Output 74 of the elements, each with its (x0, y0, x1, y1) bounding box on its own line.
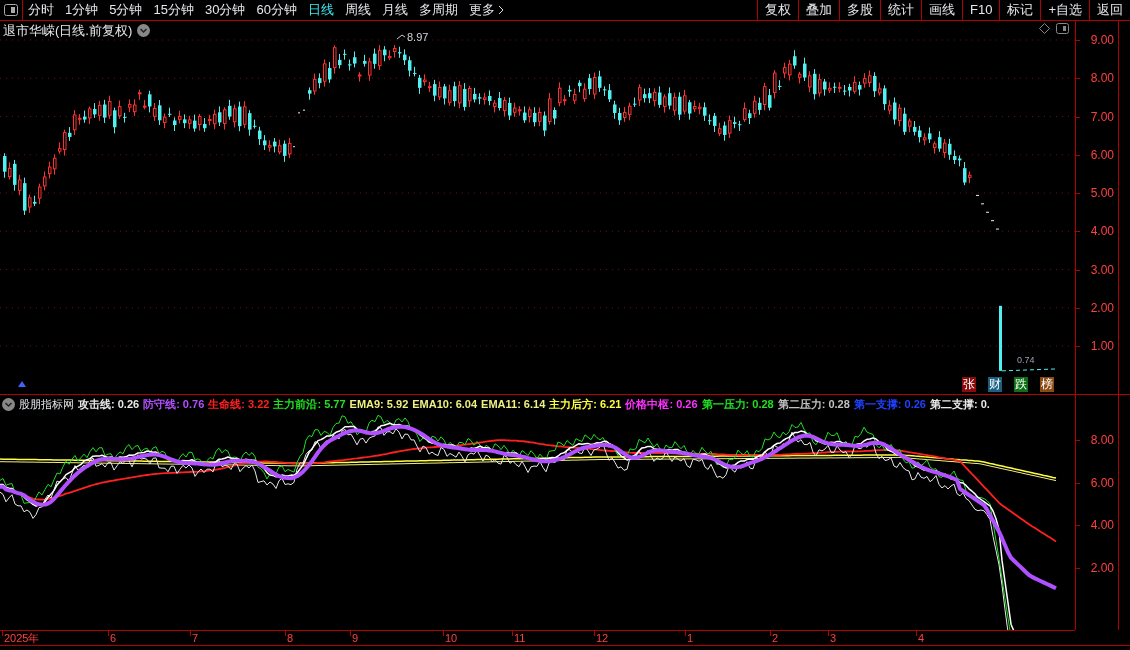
axis-label: 2.00 (1090, 300, 1114, 315)
toolbar-button[interactable]: 多股 (839, 0, 880, 20)
axis-label: 6.00 (1090, 475, 1114, 490)
legend-item: EMA9: 5.92 (349, 397, 409, 412)
chart-title: 退市华嵘(日线.前复权) (3, 22, 133, 40)
legend-item: 主力前沿: 5.77 (273, 397, 346, 412)
axis-label: 10 (445, 631, 458, 645)
axis-label: 4.00 (1090, 224, 1114, 239)
panel-toggle-icon[interactable] (4, 4, 18, 16)
legend-item: 生命线: 3.22 (208, 397, 270, 412)
period-tab[interactable]: 周线 (344, 0, 371, 20)
axis-label: 9.00 (1090, 33, 1114, 47)
legend-item: EMA10: 6.04 (412, 397, 478, 412)
leader-line (396, 34, 406, 40)
axis-label: 3.00 (1090, 262, 1114, 277)
panel-toggle-icon[interactable] (1056, 23, 1069, 34)
legend-item: 防守线: 0.76 (143, 397, 205, 412)
axis-label: 6 (110, 631, 117, 645)
axis-label: 8 (287, 631, 294, 645)
period-tab[interactable]: 60分钟 (256, 0, 297, 20)
legend-item: 第二压力: 0.28 (777, 397, 850, 412)
more-menu[interactable]: 更多 (468, 0, 504, 20)
toolbar-button[interactable]: 复权 (757, 0, 798, 20)
diamond-icon[interactable] (1039, 23, 1050, 34)
axis-label: 2025年 (4, 631, 40, 645)
axis-label: 4.00 (1090, 518, 1114, 532)
axis-label: 9 (352, 631, 359, 645)
toolbar-button[interactable]: 返回 (1089, 0, 1130, 20)
badge-button[interactable]: 跌 (1014, 377, 1028, 392)
toolbar-button[interactable]: 画线 (921, 0, 962, 20)
indicator-name: 股朋指标网 (19, 397, 74, 412)
period-tab[interactable]: 30分钟 (204, 0, 246, 20)
axis-label: 3 (830, 631, 837, 645)
axis-label: 8.00 (1090, 433, 1114, 447)
toolbar-button[interactable]: 叠加 (798, 0, 839, 20)
legend-item: 第二支撑: 0. (930, 397, 990, 412)
period-tab[interactable]: 日线 (307, 0, 334, 20)
legend-item: 主力后方: 6.21 (549, 397, 622, 412)
axis-label: 6.00 (1090, 147, 1114, 162)
legend-item: 第一压力: 0.28 (701, 397, 774, 412)
high-price-label: 8.97 (407, 30, 429, 45)
axis-label: 7.00 (1090, 109, 1114, 124)
period-tab[interactable]: 分时 (28, 0, 54, 20)
badge-button[interactable]: 财 (988, 377, 1002, 392)
axis-label: 2 (772, 631, 779, 645)
period-tab[interactable]: 15分钟 (153, 0, 194, 20)
legend-item: 攻击线: 0.26 (78, 397, 140, 412)
marker-icon (18, 381, 26, 387)
legend-item: 第一支撑: 0.26 (853, 397, 926, 412)
period-tab[interactable]: 5分钟 (109, 0, 143, 20)
toolbar-button[interactable]: F10 (962, 0, 1000, 20)
chevron-icon (497, 5, 504, 15)
period-tab[interactable]: 多周期 (418, 0, 458, 20)
axis-label: 1.00 (1090, 339, 1114, 353)
toolbar-button[interactable]: 标记 (999, 0, 1041, 20)
volume-label: 0.74 (1017, 354, 1035, 367)
axis-label: 5.00 (1090, 186, 1114, 200)
legend-item: EMA11: 6.14 (481, 397, 546, 412)
axis-label: 12 (596, 631, 609, 645)
toolbar-button[interactable]: +自选 (1040, 0, 1089, 20)
legend-item: 价格中枢: 0.26 (625, 397, 698, 412)
axis-label: 1 (687, 631, 694, 645)
dropdown-icon[interactable] (137, 24, 151, 38)
axis-label: 4 (918, 631, 925, 645)
axis-label: 7 (192, 631, 199, 645)
axis-label: 2.00 (1090, 560, 1114, 575)
toolbar-button[interactable]: 统计 (880, 0, 921, 20)
dropdown-icon[interactable] (2, 397, 15, 411)
period-tab[interactable]: 月线 (381, 0, 408, 20)
badge-button[interactable]: 榜 (1040, 377, 1054, 392)
badge-button[interactable]: 张 (962, 377, 976, 392)
axis-label: 11 (514, 631, 526, 645)
period-tab[interactable]: 1分钟 (65, 0, 99, 20)
axis-label: 8.00 (1090, 71, 1114, 86)
